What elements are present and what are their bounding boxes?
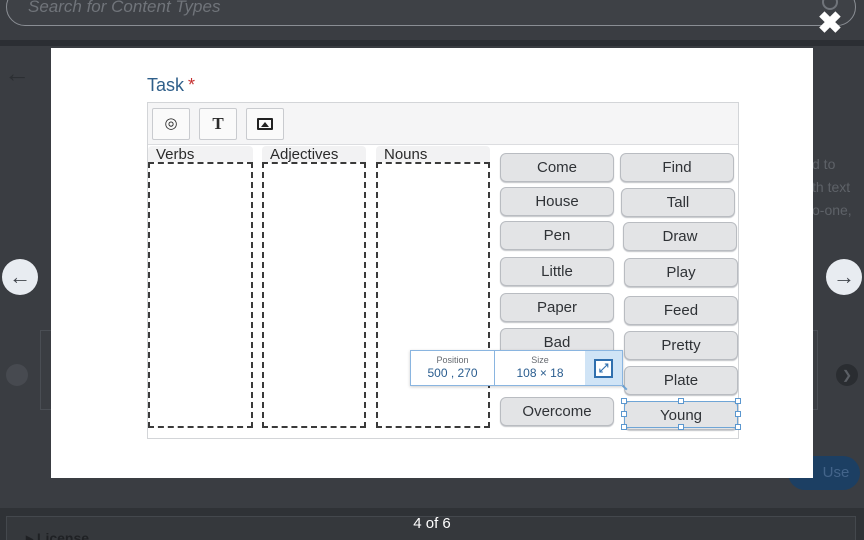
background-prev-icon xyxy=(6,364,28,386)
slide-counter: 4 of 6 xyxy=(413,515,451,532)
background-text-line: d to xyxy=(812,156,836,172)
next-arrow-icon[interactable]: → xyxy=(826,259,862,295)
draggable-word[interactable]: Overcome xyxy=(500,397,614,426)
task-heading: Task * xyxy=(147,75,195,96)
resize-handle[interactable] xyxy=(621,424,627,430)
search-placeholder: Search for Content Types xyxy=(28,0,221,16)
size-label: Size xyxy=(531,355,549,365)
screenshot-lightbox: Task * ◎ T Verbs Adjectives Nouns Come Ho… xyxy=(51,48,813,478)
position-size-tooltip: Position 500 , 270 Size 108 × 18 ⤢ xyxy=(410,350,623,386)
draggable-word[interactable]: Paper xyxy=(500,293,614,322)
size-value: 108 × 18 xyxy=(516,366,564,380)
resize-handle[interactable] xyxy=(621,398,627,404)
draggable-word[interactable]: Plate xyxy=(624,366,738,395)
drop-zone-nouns[interactable] xyxy=(376,162,490,428)
background-next-icon: ❯ xyxy=(836,364,858,386)
editor-toolbar: ◎ T xyxy=(148,103,738,145)
position-readout: Position 500 , 270 xyxy=(411,351,495,385)
back-arrow-icon: ← xyxy=(4,58,30,88)
header-divider xyxy=(0,40,864,46)
draggable-word[interactable]: Draw xyxy=(623,222,737,251)
resize-handle[interactable] xyxy=(678,424,684,430)
resize-handle[interactable] xyxy=(735,411,741,417)
draggable-word[interactable]: Pen xyxy=(500,221,614,250)
resize-handle[interactable] xyxy=(678,398,684,404)
resize-handle[interactable] xyxy=(621,411,627,417)
resize-handle[interactable] xyxy=(735,398,741,404)
task-title: Task xyxy=(147,75,185,95)
required-marker: * xyxy=(188,75,196,95)
position-value: 500 , 270 xyxy=(427,366,478,380)
drag-and-drop-editor: ◎ T Verbs Adjectives Nouns Come House Pe… xyxy=(147,102,739,439)
drop-zone-label-adjectives: Adjectives xyxy=(262,146,366,163)
drop-zone-label-verbs: Verbs xyxy=(148,146,253,163)
close-icon[interactable]: ✖ xyxy=(816,9,844,39)
drop-zone-adjectives[interactable] xyxy=(262,162,366,428)
background-text-line: th text xyxy=(812,179,851,195)
draggable-word[interactable]: Little xyxy=(500,257,614,286)
image-icon[interactable] xyxy=(246,108,284,140)
draggable-word[interactable]: House xyxy=(500,187,614,216)
resize-handle[interactable] xyxy=(735,424,741,430)
draggable-word[interactable]: Tall xyxy=(621,188,735,217)
background-text-line: o-one, xyxy=(812,202,852,218)
draggable-word[interactable]: Pretty xyxy=(624,331,738,360)
drop-zone-label-nouns: Nouns xyxy=(376,146,490,163)
draggable-word[interactable]: Play xyxy=(624,258,738,287)
expand-icon: ⤢ xyxy=(594,359,613,378)
draggable-word[interactable]: Find xyxy=(620,153,734,182)
position-label: Position xyxy=(436,355,469,365)
drop-zone-verbs[interactable] xyxy=(148,162,253,428)
previous-arrow-icon[interactable]: ← xyxy=(2,259,38,295)
fullscreen-toggle-button[interactable]: ⤢ xyxy=(585,351,622,385)
draggable-word[interactable]: Feed xyxy=(624,296,738,325)
text-icon[interactable]: T xyxy=(199,108,237,140)
target-icon[interactable]: ◎ xyxy=(152,108,190,140)
size-readout: Size 108 × 18 xyxy=(495,351,585,385)
draggable-word[interactable]: Come xyxy=(500,153,614,182)
